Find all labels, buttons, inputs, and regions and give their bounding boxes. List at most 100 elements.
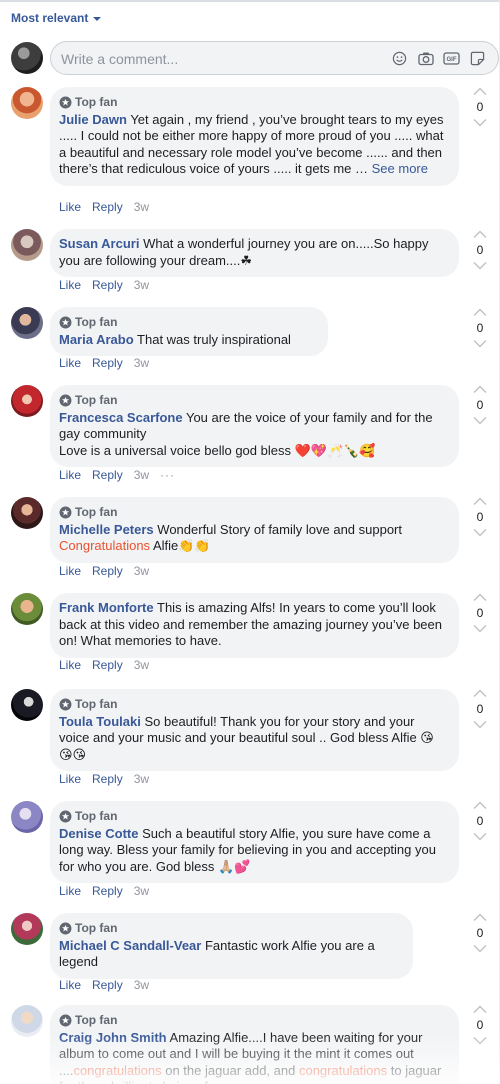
- comment-actions: Like Reply 3w ···: [59, 468, 175, 482]
- like-button[interactable]: Like: [59, 356, 81, 370]
- upvote-icon[interactable]: [473, 801, 487, 810]
- comment-author[interactable]: Julie Dawn: [59, 112, 127, 127]
- upvote-icon[interactable]: [473, 230, 487, 239]
- comment-text: Wonderful Story of family love and suppo…: [157, 521, 402, 537]
- vote-count: 0: [476, 100, 484, 114]
- comment-body: Frank Monforte This is amazing Alfs! In …: [59, 600, 447, 650]
- more-options-button[interactable]: ···: [160, 468, 175, 482]
- upvote-icon[interactable]: [473, 87, 487, 96]
- comment-timestamp[interactable]: 3w: [134, 200, 149, 214]
- comment-input[interactable]: [61, 49, 361, 69]
- avatar[interactable]: [11, 593, 43, 625]
- comment-bubble: Frank Monforte This is amazing Alfs! In …: [50, 593, 459, 658]
- like-button[interactable]: Like: [59, 278, 81, 292]
- comment-body: Michelle Peters Wonderful Story of famil…: [59, 522, 447, 555]
- top-fan-icon: [59, 316, 72, 329]
- downvote-icon[interactable]: [473, 832, 487, 841]
- comment-body: Julie Dawn Yet again , my friend , you’v…: [59, 112, 447, 178]
- avatar[interactable]: [11, 801, 43, 833]
- avatar[interactable]: [11, 307, 43, 339]
- downvote-icon[interactable]: [473, 720, 487, 729]
- reply-button[interactable]: Reply: [92, 658, 123, 672]
- reply-button[interactable]: Reply: [92, 884, 123, 898]
- downvote-icon[interactable]: [473, 528, 487, 537]
- comment-text-after: on the jaguar add, and: [161, 1062, 299, 1078]
- comment-author[interactable]: Susan Arcuri: [59, 236, 139, 251]
- comment-author[interactable]: Craig John Smith: [59, 1030, 167, 1045]
- like-button[interactable]: Like: [59, 468, 81, 482]
- comment-timestamp[interactable]: 3w: [134, 978, 149, 992]
- camera-icon[interactable]: [417, 50, 434, 67]
- highlighted-text: congratulations: [73, 1062, 162, 1078]
- reply-button[interactable]: Reply: [92, 564, 123, 578]
- vote-control: 0: [470, 230, 490, 270]
- svg-text:GIF: GIF: [447, 57, 457, 63]
- downvote-icon[interactable]: [473, 339, 487, 348]
- downvote-icon[interactable]: [473, 261, 487, 270]
- downvote-icon[interactable]: [473, 624, 487, 633]
- comment-author[interactable]: Francesca Scarfone: [59, 410, 183, 425]
- comment-author[interactable]: Toula Toulaki: [59, 714, 141, 729]
- comment-bubble: Top fan Michelle Peters Wonderful Story …: [50, 497, 459, 563]
- comment-timestamp[interactable]: 3w: [134, 772, 149, 786]
- sort-dropdown[interactable]: Most relevant: [11, 11, 102, 25]
- upvote-icon[interactable]: [473, 497, 487, 506]
- avatar[interactable]: [11, 385, 43, 417]
- sticker-icon[interactable]: [469, 50, 486, 67]
- see-more-link[interactable]: See more: [372, 161, 428, 176]
- comment-body: Craig John Smith Amazing Alfie....I have…: [59, 1030, 447, 1084]
- upvote-icon[interactable]: [473, 385, 487, 394]
- comment-timestamp[interactable]: 3w: [134, 468, 149, 482]
- like-button[interactable]: Like: [59, 884, 81, 898]
- current-user-avatar[interactable]: [11, 42, 43, 74]
- reply-button[interactable]: Reply: [92, 978, 123, 992]
- comment-timestamp[interactable]: 3w: [134, 278, 149, 292]
- comment-timestamp[interactable]: 3w: [134, 884, 149, 898]
- reply-button[interactable]: Reply: [92, 356, 123, 370]
- downvote-icon[interactable]: [473, 944, 487, 953]
- downvote-icon[interactable]: [473, 118, 487, 127]
- comment-timestamp[interactable]: 3w: [134, 658, 149, 672]
- like-button[interactable]: Like: [59, 772, 81, 786]
- comment-author[interactable]: Frank Monforte: [59, 600, 154, 615]
- downvote-icon[interactable]: [473, 1036, 487, 1045]
- vote-control: 0: [470, 801, 490, 841]
- comment-author[interactable]: Michelle Peters: [59, 522, 154, 537]
- comment-author[interactable]: Denise Cotte: [59, 826, 138, 841]
- reply-button[interactable]: Reply: [92, 772, 123, 786]
- top-fan-icon: [59, 96, 72, 109]
- upvote-icon[interactable]: [473, 593, 487, 602]
- avatar[interactable]: [11, 689, 43, 721]
- comment-author[interactable]: Maria Arabo: [59, 332, 134, 347]
- avatar[interactable]: [11, 1005, 43, 1037]
- like-button[interactable]: Like: [59, 978, 81, 992]
- reply-button[interactable]: Reply: [92, 278, 123, 292]
- avatar[interactable]: [11, 229, 43, 261]
- upvote-icon[interactable]: [473, 308, 487, 317]
- reply-button[interactable]: Reply: [92, 200, 123, 214]
- vote-count: 0: [476, 510, 484, 524]
- chevron-down-icon: [93, 16, 102, 21]
- like-button[interactable]: Like: [59, 658, 81, 672]
- comment-timestamp[interactable]: 3w: [134, 356, 149, 370]
- avatar[interactable]: [11, 87, 43, 119]
- avatar[interactable]: [11, 913, 43, 945]
- downvote-icon[interactable]: [473, 416, 487, 425]
- comment-timestamp[interactable]: 3w: [134, 564, 149, 578]
- like-button[interactable]: Like: [59, 564, 81, 578]
- comment-input-box[interactable]: GIF: [50, 41, 499, 75]
- emoji-icon[interactable]: [391, 50, 408, 67]
- gif-icon[interactable]: GIF: [443, 50, 460, 67]
- like-button[interactable]: Like: [59, 200, 81, 214]
- reply-button[interactable]: Reply: [92, 468, 123, 482]
- top-fan-badge: Top fan: [59, 1012, 447, 1029]
- avatar[interactable]: [11, 497, 43, 529]
- upvote-icon[interactable]: [473, 1005, 487, 1014]
- comment-author[interactable]: Michael C Sandall-Vear: [59, 938, 201, 953]
- comment-actions: Like Reply 3w: [59, 200, 149, 214]
- upvote-icon[interactable]: [473, 913, 487, 922]
- comment-actions: Like Reply 3w: [59, 564, 149, 578]
- top-fan-icon: [59, 394, 72, 407]
- upvote-icon[interactable]: [473, 689, 487, 698]
- comment-bubble: Top fan Francesca Scarfone You are the v…: [50, 385, 459, 467]
